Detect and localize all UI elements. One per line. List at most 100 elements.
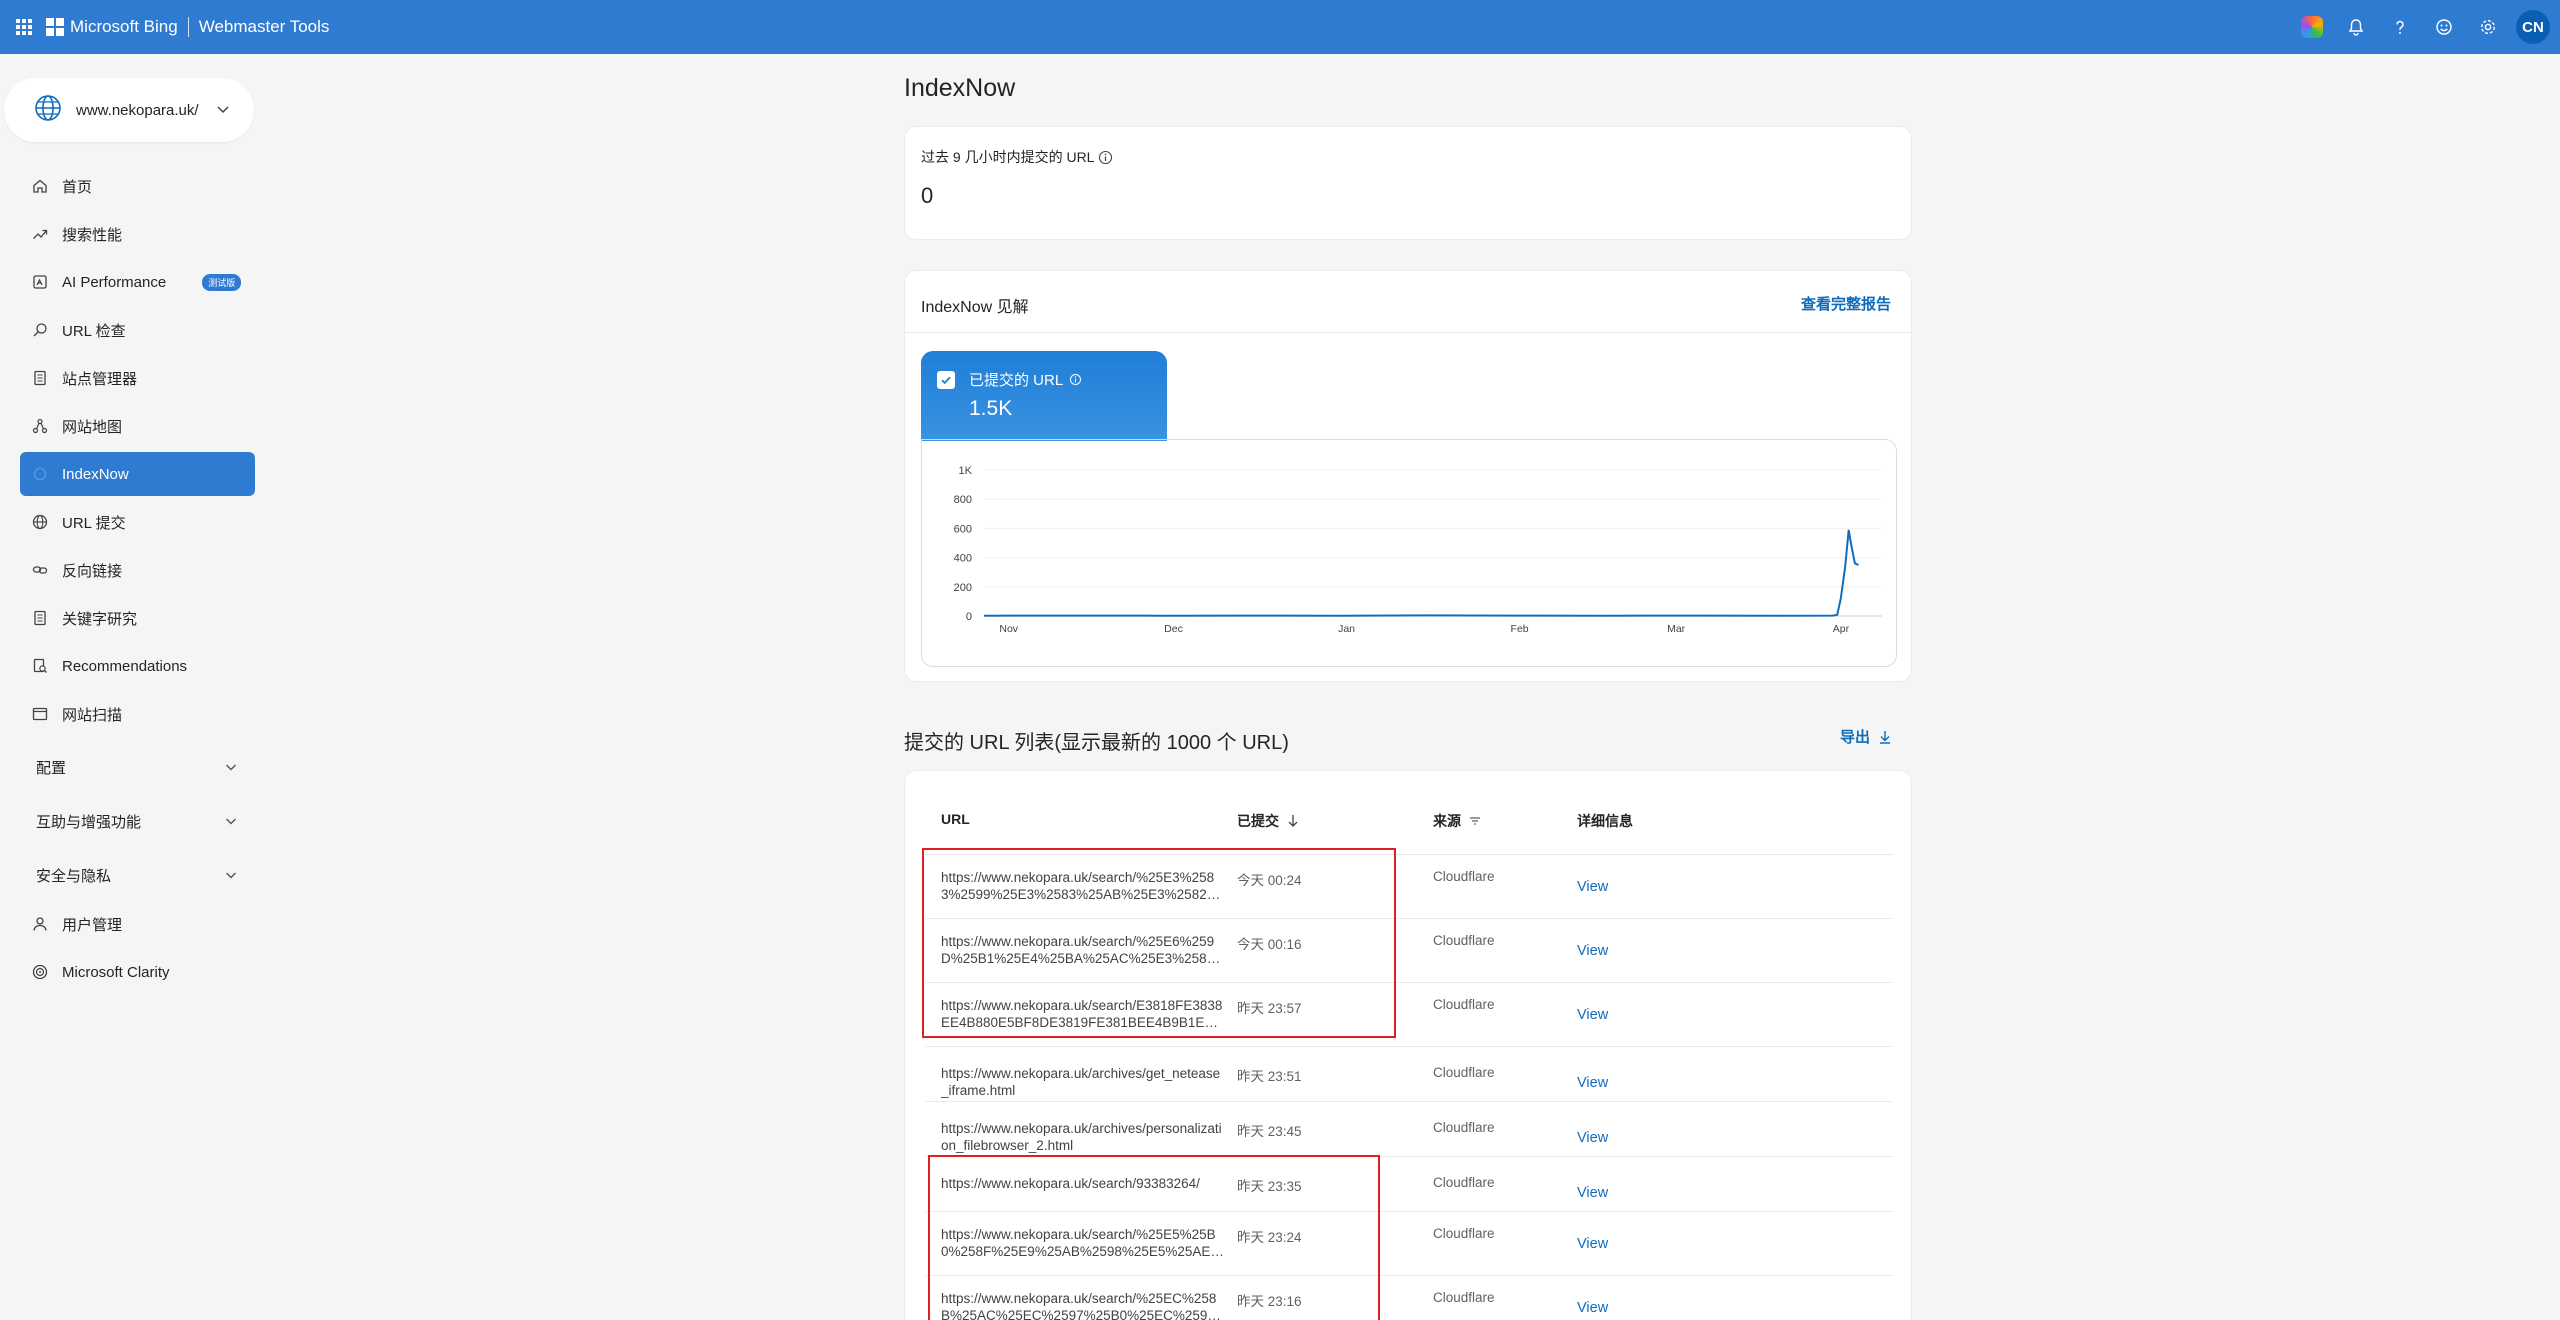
url-text: https://www.nekopara.uk/archives/persona… (941, 1121, 1222, 1153)
feedback-icon[interactable] (2422, 0, 2466, 54)
sidebar-item-site-explorer[interactable]: 站点管理器 (20, 356, 255, 400)
ai-icon (32, 274, 48, 290)
url-cell: https://www.nekopara.uk/search/%25E3%258… (941, 869, 1225, 903)
column-header-submitted[interactable]: 已提交 (1237, 811, 1299, 831)
source-cell: Cloudflare (1433, 1120, 1495, 1135)
document-icon (32, 370, 48, 386)
sidebar-item-url-submission[interactable]: URL 提交 (20, 500, 255, 544)
document-icon (32, 610, 48, 626)
chevron-down-icon[interactable] (223, 759, 239, 779)
recent-submissions-card: 过去 9 几小时内提交的 URL 0 (904, 126, 1912, 240)
site-selector[interactable]: www.nekopara.uk/ (4, 78, 254, 142)
sidebar-group-label: 配置 (36, 759, 67, 777)
sidebar-item-label: Recommendations (62, 657, 188, 675)
url-text: https://www.nekopara.uk/search/%25EC%258… (941, 1291, 1217, 1320)
globe-icon (34, 94, 62, 127)
table-header: URL 已提交 来源 详细信息 (925, 771, 1893, 855)
sidebar-group-tools-enhancements[interactable]: 互助与增强功能 (20, 794, 255, 848)
view-link[interactable]: View (1577, 1300, 1608, 1316)
url-cell: https://www.nekopara.uk/search/E3818FE38… (941, 997, 1225, 1031)
url-list-title: 提交的 URL 列表(显示最新的 1000 个 URL) (904, 732, 1289, 754)
view-link[interactable]: View (1577, 1236, 1608, 1252)
beta-badge: 测试版 (202, 273, 242, 291)
x-tick-label: Mar (1667, 623, 1686, 635)
sidebar-item-ai-performance[interactable]: AI Performance 测试版 (20, 260, 255, 304)
home-icon (32, 178, 48, 194)
stat-label-text: 过去 9 几小时内提交的 URL (921, 149, 1095, 165)
column-header-url[interactable]: URL (941, 811, 970, 827)
sitemap-icon (32, 418, 48, 434)
sidebar-group-label: 安全与隐私 (36, 867, 112, 885)
table-row: https://www.nekopara.uk/search/%25E6%259… (925, 919, 1893, 983)
submitted-time: 今天 00:24 (1237, 873, 1302, 888)
sidebar-item-label: 网站地图 (62, 418, 123, 436)
url-text: https://www.nekopara.uk/archives/get_net… (941, 1066, 1221, 1098)
view-link[interactable]: View (1577, 1007, 1608, 1023)
user-avatar[interactable]: CN (2516, 10, 2550, 44)
insights-title: IndexNow 见解 (921, 299, 1029, 316)
sidebar-item-label: 反向链接 (62, 562, 123, 580)
sidebar-item-search-performance[interactable]: 搜索性能 (20, 212, 255, 256)
sidebar-item-home[interactable]: 首页 (20, 164, 255, 208)
top-actions: CN (2290, 0, 2560, 54)
bell-icon[interactable] (2334, 0, 2378, 54)
trend-icon (32, 226, 48, 242)
sidebar-item-site-scan[interactable]: 网站扫描 (20, 692, 255, 736)
view-link[interactable]: View (1577, 1075, 1608, 1091)
submitted-urls-metric-tile[interactable]: 已提交的 URL 1.5K (921, 351, 1167, 441)
app-launcher-icon[interactable] (16, 19, 32, 35)
submitted-time: 昨天 23:57 (1237, 1001, 1302, 1016)
sidebar-item-label: 首页 (62, 178, 93, 196)
submitted-time: 昨天 23:16 (1237, 1294, 1302, 1309)
sidebar-item-url-inspection[interactable]: URL 检查 (20, 308, 255, 352)
chevron-down-icon[interactable] (223, 867, 239, 887)
y-tick-label: 600 (954, 523, 972, 535)
info-icon[interactable] (1098, 150, 1113, 165)
brand-name[interactable]: Microsoft Bing (70, 17, 178, 37)
chevron-down-icon[interactable] (214, 100, 232, 123)
source-cell: Cloudflare (1433, 933, 1495, 948)
link-icon (32, 562, 48, 578)
sidebar-item-label: 搜索性能 (62, 226, 123, 244)
sidebar-item-user-management[interactable]: 用户管理 (20, 902, 255, 946)
url-cell: https://www.nekopara.uk/archives/get_net… (941, 1065, 1225, 1099)
url-cell: https://www.nekopara.uk/archives/persona… (941, 1120, 1225, 1154)
column-header-source[interactable]: 来源 (1433, 811, 1481, 831)
sidebar-group-configure[interactable]: 配置 (20, 740, 255, 794)
y-tick-label: 200 (954, 582, 972, 594)
column-header-label: 已提交 (1237, 813, 1279, 829)
sidebar-item-microsoft-clarity[interactable]: Microsoft Clarity (20, 950, 255, 994)
y-tick-label: 1K (959, 465, 973, 477)
column-header-label: 来源 (1433, 813, 1461, 829)
table-row: https://www.nekopara.uk/search/93383264/… (925, 1157, 1893, 1212)
sidebar-item-indexnow[interactable]: IndexNow (20, 452, 255, 496)
indexnow-icon (32, 466, 48, 482)
source-cell: Cloudflare (1433, 1175, 1495, 1190)
sidebar-item-label: 网站扫描 (62, 706, 123, 724)
export-button[interactable]: 导出 (1840, 726, 1892, 747)
chevron-down-icon[interactable] (223, 813, 239, 833)
view-full-report-link[interactable]: 查看完整报告 (1801, 293, 1891, 314)
info-icon[interactable] (1069, 373, 1082, 386)
view-link[interactable]: View (1577, 1130, 1608, 1146)
sidebar-item-keyword-research[interactable]: 关键字研究 (20, 596, 255, 640)
url-text: https://www.nekopara.uk/search/%25E6%259… (941, 934, 1215, 966)
help-icon[interactable] (2378, 0, 2422, 54)
view-link[interactable]: View (1577, 1185, 1608, 1201)
copilot-icon[interactable] (2290, 0, 2334, 54)
checkbox-checked-icon[interactable] (937, 371, 955, 389)
view-link[interactable]: View (1577, 879, 1608, 895)
sidebar-item-sitemaps[interactable]: 网站地图 (20, 404, 255, 448)
sidebar-group-security-privacy[interactable]: 安全与隐私 (20, 848, 255, 902)
product-name[interactable]: Webmaster Tools (199, 17, 330, 37)
source-cell: Cloudflare (1433, 869, 1495, 884)
sidebar-item-recommendations[interactable]: Recommendations (20, 644, 255, 688)
source-cell: Cloudflare (1433, 997, 1495, 1012)
submitted-time: 昨天 23:24 (1237, 1230, 1302, 1245)
globe-icon (32, 514, 48, 530)
sidebar-item-backlinks[interactable]: 反向链接 (20, 548, 255, 592)
view-link[interactable]: View (1577, 943, 1608, 959)
search-icon (32, 322, 48, 338)
settings-icon[interactable] (2466, 0, 2510, 54)
url-cell: https://www.nekopara.uk/search/93383264/ (941, 1175, 1225, 1192)
